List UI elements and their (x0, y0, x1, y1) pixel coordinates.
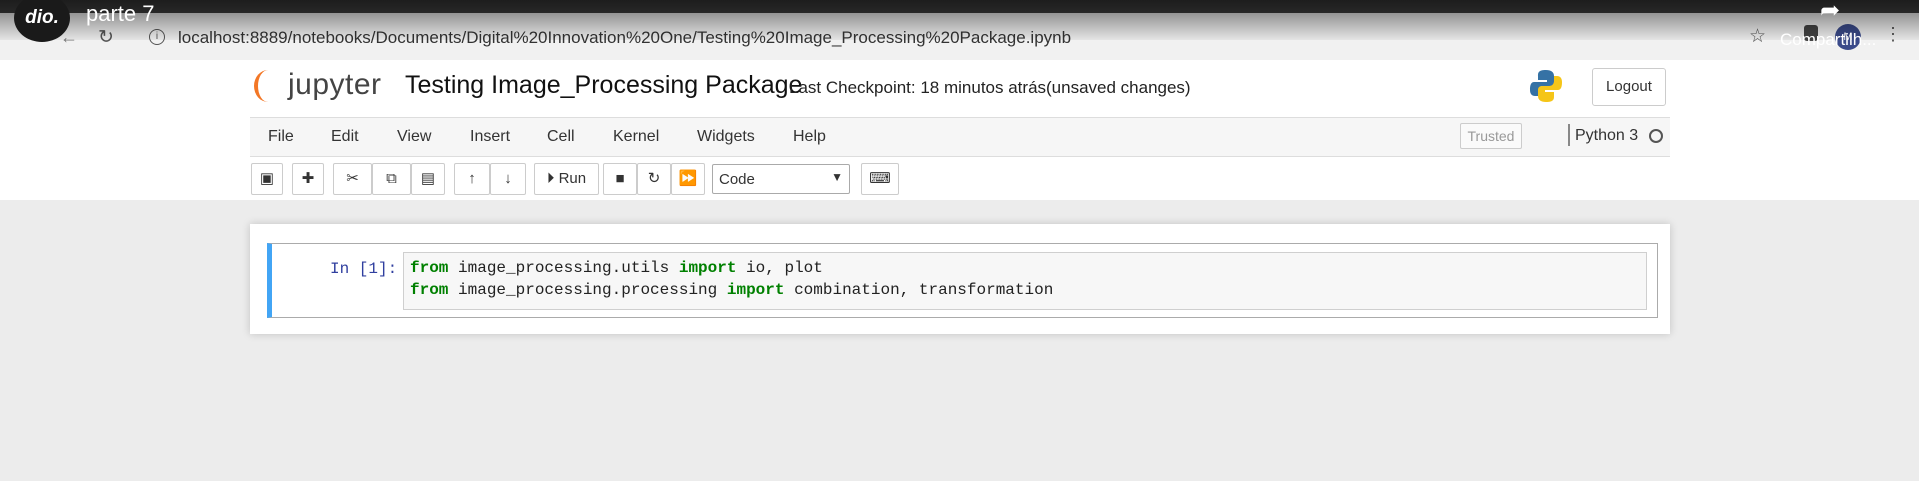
cell-prompt: In [1]: (330, 260, 398, 278)
jupyter-logo-text[interactable]: jupyter (288, 68, 382, 102)
menu-edit[interactable]: Edit (331, 128, 359, 146)
menu-kernel[interactable]: Kernel (613, 128, 659, 146)
cell-type-value: Code (719, 171, 755, 188)
interrupt-button[interactable]: ■ (603, 163, 637, 195)
share-label[interactable]: Compartilh... (1780, 30, 1876, 50)
menubar: File Edit View Insert Cell Kernel Widget… (250, 117, 1670, 157)
menu-widgets[interactable]: Widgets (697, 128, 755, 146)
insert-cell-button[interactable]: ✚ (292, 163, 324, 195)
unsaved-status: (unsaved changes) (1046, 78, 1191, 97)
keyboard-icon: ⌨ (869, 170, 891, 187)
run-button[interactable]: ⏵ Run (534, 163, 599, 195)
restart-run-all-button[interactable]: ⏩ (671, 163, 705, 195)
restart-button[interactable]: ↻ (637, 163, 671, 195)
run-label: Run (558, 170, 587, 187)
kernel-name[interactable]: Python 3 (1575, 127, 1638, 145)
stop-icon: ■ (615, 170, 625, 187)
video-overlay (0, 0, 1919, 40)
menu-file[interactable]: File (268, 128, 294, 146)
move-down-button[interactable]: ↓ (490, 163, 526, 195)
notebook-name[interactable]: Testing Image_Processing Package (405, 71, 802, 100)
command-palette-button[interactable]: ⌨ (861, 163, 899, 195)
menu-insert[interactable]: Insert (470, 128, 510, 146)
chevron-down-icon: ▼ (831, 170, 843, 184)
kernel-divider (1568, 124, 1570, 146)
code-line-2: from image_processing.processing import … (410, 281, 1054, 299)
paste-button[interactable]: ▤ (411, 163, 445, 195)
menu-help[interactable]: Help (793, 128, 826, 146)
kernel-idle-icon (1649, 129, 1663, 143)
jupyter-logo-icon (254, 70, 282, 102)
cut-button[interactable]: ✂ (333, 163, 372, 195)
trusted-badge[interactable]: Trusted (1460, 123, 1522, 149)
code-line-1: from image_processing.utils import io, p… (410, 259, 823, 277)
fast-forward-icon: ⏩ (678, 170, 698, 187)
copy-button[interactable]: ⧉ (372, 163, 411, 195)
save-icon: ▣ (259, 170, 275, 187)
save-button[interactable]: ▣ (251, 163, 283, 195)
step-forward-icon: ⏵ (546, 170, 555, 187)
restart-icon: ↻ (647, 170, 661, 187)
share-icon[interactable]: ➦ (1820, 0, 1840, 25)
move-up-button[interactable]: ↑ (454, 163, 490, 195)
video-title[interactable]: parte 7 (86, 1, 155, 27)
plus-icon: ✚ (301, 170, 315, 187)
paste-icon: ▤ (420, 170, 436, 187)
code-editor[interactable]: from image_processing.utils import io, p… (403, 252, 1647, 310)
python-logo-icon (1530, 70, 1562, 102)
menu-cell[interactable]: Cell (547, 128, 575, 146)
cell-type-select[interactable]: Code ▼ (712, 164, 850, 194)
menu-view[interactable]: View (397, 128, 431, 146)
arrow-down-icon: ↓ (504, 170, 512, 187)
copy-icon: ⧉ (386, 170, 397, 187)
checkpoint-status: Last Checkpoint: 18 minutos atrás (789, 78, 1047, 97)
scissors-icon: ✂ (346, 170, 359, 187)
arrow-up-icon: ↑ (468, 170, 476, 187)
logout-button[interactable]: Logout (1592, 68, 1666, 106)
